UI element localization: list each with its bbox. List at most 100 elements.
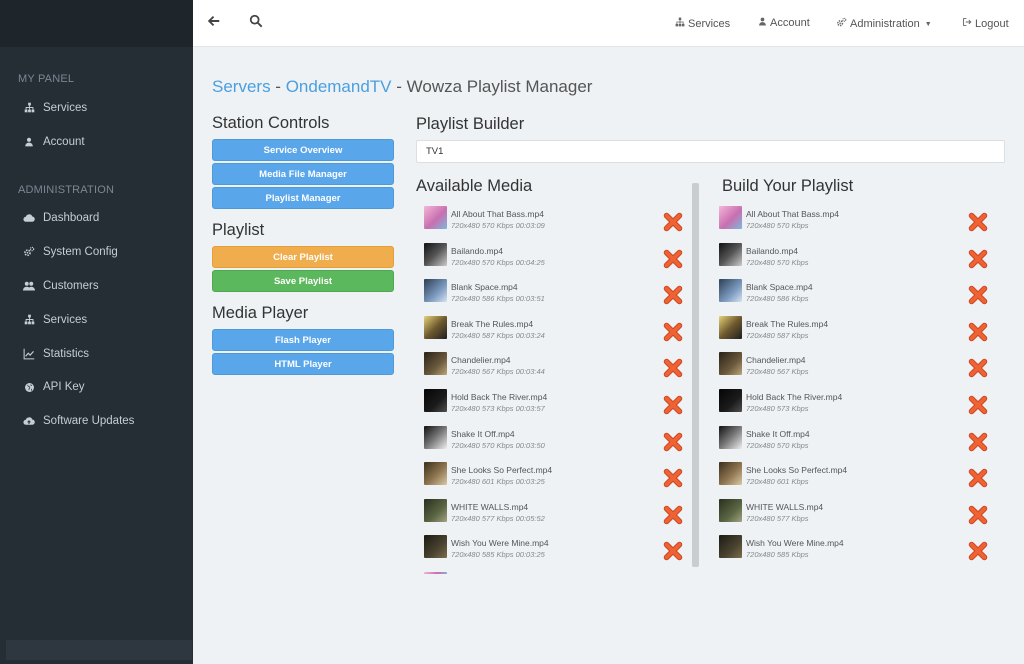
list-item[interactable]: Shake It Off.mp4 720x480 570 Kbps 00:03:5… (416, 422, 691, 459)
list-item[interactable]: Blank Space.mp4 720x480 586 Kbps (711, 275, 991, 312)
remove-icon[interactable] (662, 248, 684, 270)
nav-account-link[interactable]: Account (758, 17, 810, 29)
clear-playlist-button[interactable]: Clear Playlist (212, 246, 394, 268)
media-info: 720x480 587 Kbps (746, 330, 809, 340)
sidebar-item-statistics[interactable]: Statistics (0, 337, 193, 371)
list-item[interactable]: Shake It Off.mp4 720x480 570 Kbps (711, 422, 991, 459)
remove-icon[interactable] (967, 504, 989, 526)
media-name: Break The Rules.mp4 (746, 318, 829, 329)
sidebar-item-dashboard[interactable]: Dashboard (0, 202, 193, 236)
video-thumbnail (424, 279, 447, 303)
sidebar-item-account[interactable]: Account (0, 125, 193, 159)
list-item[interactable]: Hold Back The River.mp4 720x480 573 Kbps (711, 385, 991, 422)
remove-icon[interactable] (967, 431, 989, 453)
remove-icon[interactable] (662, 284, 684, 306)
list-item[interactable]: She Looks So Perfect.mp4 720x480 601 Kbps (711, 458, 991, 495)
remove-icon[interactable] (662, 431, 684, 453)
list-item[interactable]: Bailando.mp4 720x480 570 Kbps (711, 239, 991, 276)
breadcrumb-server-link[interactable]: OndemandTV (286, 77, 392, 96)
remove-icon[interactable] (967, 540, 989, 562)
list-item[interactable]: Break The Rules.mp4 720x480 587 Kbps (711, 312, 991, 349)
sitemap-icon (675, 17, 685, 30)
breadcrumb-servers-link[interactable]: Servers (212, 77, 271, 96)
list-item[interactable]: Chandelier.mp4 720x480 567 Kbps 00:03:44 (416, 348, 691, 385)
video-thumbnail (424, 315, 447, 339)
remove-icon[interactable] (967, 357, 989, 379)
available-media-scrollbar[interactable] (692, 183, 699, 567)
video-thumbnail (719, 352, 742, 376)
list-item[interactable]: Wish You Were Mine.mp4 720x480 585 Kbps (711, 531, 991, 568)
service-overview-button[interactable]: Service Overview (212, 139, 394, 161)
sidebar-section-my-panel: MY PANEL Services Account (0, 73, 193, 159)
list-item[interactable]: All About That Bass.mp4 720x480 570 Kbps … (416, 202, 691, 239)
search-icon[interactable] (249, 14, 263, 31)
media-name: Chandelier.mp4 (451, 355, 511, 366)
remove-icon[interactable] (662, 357, 684, 379)
remove-icon[interactable] (662, 467, 684, 489)
sidebar-item-software-updates[interactable]: Software Updates (0, 404, 193, 438)
list-item[interactable]: Break The Rules.mp4 720x480 587 Kbps 00:0… (416, 312, 691, 349)
available-media-heading: Available Media (416, 177, 533, 195)
sidebar-item-label: Customers (43, 280, 99, 293)
cogs-icon (836, 17, 847, 31)
remove-icon[interactable] (662, 211, 684, 233)
sidebar-section-administration: ADMINISTRATION Dashboard System Config C… (0, 184, 193, 439)
video-thumbnail (719, 242, 742, 266)
nav-services-link[interactable]: Services (675, 17, 730, 30)
playlist-manager-button[interactable]: Playlist Manager (212, 187, 394, 209)
build-playlist-heading: Build Your Playlist (722, 177, 854, 195)
list-item[interactable]: Hold Back The River.mp4 720x480 573 Kbps … (416, 385, 691, 422)
list-item[interactable]: All About That Bass.mp4 720x480 570 Kbps (711, 202, 991, 239)
line-chart-icon (22, 348, 36, 360)
list-item[interactable]: Blank Space.mp4 720x480 586 Kbps 00:03:51 (416, 275, 691, 312)
remove-icon[interactable] (662, 540, 684, 562)
list-item[interactable]: Chandelier.mp4 720x480 567 Kbps (711, 348, 991, 385)
breadcrumb-separator: - (270, 77, 286, 96)
html-player-button[interactable]: HTML Player (212, 353, 394, 375)
list-item[interactable]: WHITE WALLS.mp4 720x480 577 Kbps 00:05:52 (416, 495, 691, 532)
video-thumbnail (424, 571, 447, 574)
playlist-name-input[interactable] (416, 140, 1005, 163)
playlist-builder-heading: Playlist Builder (416, 115, 525, 133)
remove-icon[interactable] (967, 211, 989, 233)
remove-icon[interactable] (662, 321, 684, 343)
list-item[interactable]: WHITE WALLS.mp4 720x480 577 Kbps (711, 495, 991, 532)
remove-icon[interactable] (662, 504, 684, 526)
caret-down-icon: ▼ (924, 20, 932, 28)
list-item[interactable]: She Looks So Perfect.mp4 720x480 601 Kbps… (416, 458, 691, 495)
nav-administration-dropdown[interactable]: Administration ▼ (836, 17, 932, 31)
cloud-icon (22, 212, 36, 224)
media-info: 720x480 567 Kbps 00:03:44 (451, 367, 545, 377)
media-name: WHITE WALLS.mp4 (746, 501, 824, 512)
sitemap-icon (22, 102, 36, 113)
sidebar-item-services-admin[interactable]: Services (0, 303, 193, 337)
save-playlist-button[interactable]: Save Playlist (212, 270, 394, 292)
remove-icon[interactable] (967, 467, 989, 489)
list-item[interactable]: Bailando.mp4 720x480 570 Kbps 00:04:25 (416, 239, 691, 276)
media-info: 720x480 567 Kbps (746, 367, 809, 377)
media-info: 720x480 573 Kbps 00:03:57 (451, 403, 545, 413)
list-item[interactable]: Wish You Were Mine.mp4 720x480 585 Kbps 0… (416, 531, 691, 568)
remove-icon[interactable] (967, 284, 989, 306)
remove-icon[interactable] (967, 248, 989, 270)
nav-logout-link[interactable]: Logout (962, 17, 1009, 30)
sidebar-item-customers[interactable]: Customers (0, 269, 193, 303)
sidebar-item-services[interactable]: Services (0, 91, 193, 125)
remove-icon[interactable] (967, 394, 989, 416)
media-info: 720x480 570 Kbps (746, 440, 809, 450)
nav-administration-label: Administration (850, 18, 920, 30)
media-name: Chandelier.mp4 (746, 355, 806, 366)
flash-player-button[interactable]: Flash Player (212, 329, 394, 351)
sidebar: MY PANEL Services Account ADMINISTRATION… (0, 0, 193, 664)
back-arrow-icon[interactable] (207, 14, 221, 31)
media-file-manager-button[interactable]: Media File Manager (212, 163, 394, 185)
video-thumbnail (424, 242, 447, 266)
remove-icon[interactable] (967, 321, 989, 343)
remove-icon[interactable] (662, 394, 684, 416)
sidebar-item-api-key[interactable]: API Key (0, 371, 193, 405)
breadcrumb-separator: - (391, 77, 407, 96)
media-info: 720x480 570 Kbps 00:03:09 (451, 221, 545, 230)
sidebar-item-system-config[interactable]: System Config (0, 235, 193, 269)
list-item[interactable] (416, 568, 691, 574)
media-name: Bailando.mp4 (746, 245, 798, 256)
